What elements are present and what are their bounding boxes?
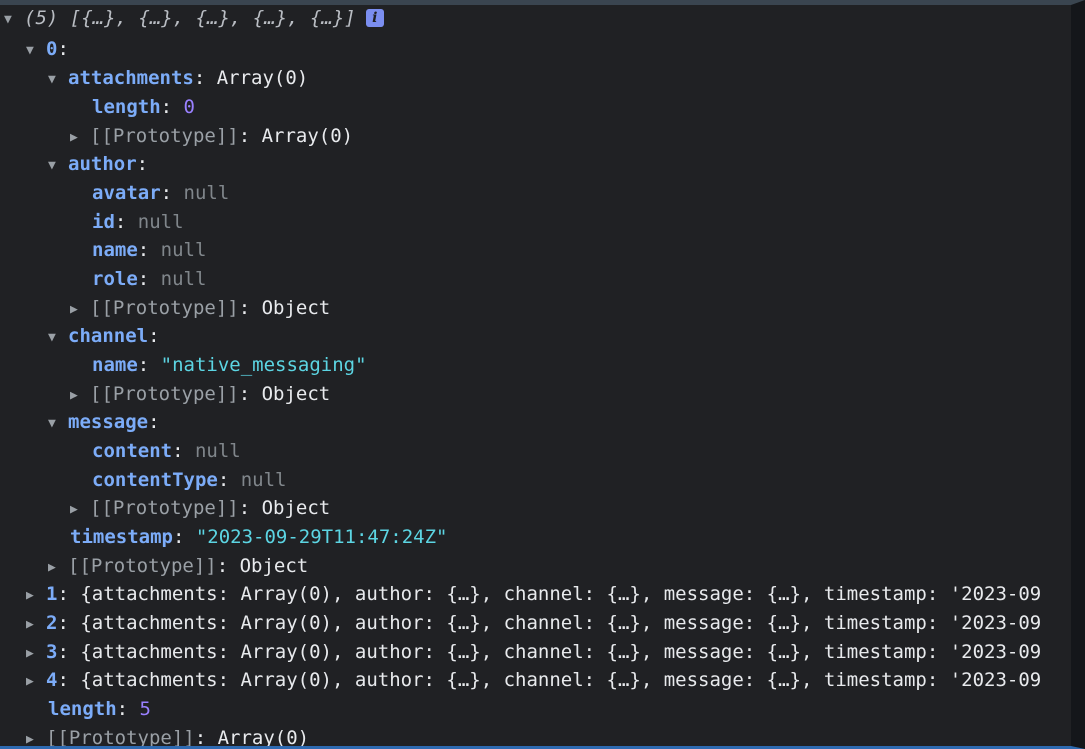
property-key: contentType (92, 469, 218, 491)
expand-triangle-icon[interactable] (48, 412, 68, 436)
collapse-triangle-icon[interactable] (70, 384, 90, 408)
expand-triangle-icon[interactable] (4, 8, 24, 32)
author-name-row: name: null (92, 239, 207, 261)
author-prototype-row[interactable]: [[Prototype]]: Object (70, 296, 330, 320)
item-preview: {attachments: Array(0), author: {…}, cha… (80, 669, 1042, 691)
property-key: timestamp (70, 526, 173, 548)
channel-row[interactable]: channel: (48, 324, 160, 348)
prototype-key: [[Prototype]] (90, 383, 239, 405)
property-key: name (92, 354, 138, 376)
collapse-triangle-icon[interactable] (26, 670, 46, 694)
property-value: 5 (139, 698, 151, 720)
property-key: length (48, 698, 117, 720)
prototype-key: [[Prototype]] (68, 555, 217, 577)
collapse-triangle-icon[interactable] (26, 642, 46, 666)
message-content-row: content: null (92, 440, 241, 462)
prototype-key: [[Prototype]] (90, 497, 239, 519)
prototype-value: Object (261, 497, 331, 519)
expand-triangle-icon[interactable] (48, 68, 68, 92)
property-key: message (68, 411, 149, 433)
item-preview: {attachments: Array(0), author: {…}, cha… (80, 641, 1042, 663)
collapse-triangle-icon[interactable] (70, 126, 90, 150)
property-value: 0 (183, 96, 195, 118)
timestamp-row: timestamp: "2023-09-29T11:47:24Z" (70, 526, 448, 548)
item-0-row[interactable]: 0: (26, 37, 69, 61)
property-value: "native_messaging" (160, 354, 367, 376)
item-row[interactable]: 4: {attachments: Array(0), author: {…}, … (26, 668, 1041, 692)
collapse-triangle-icon[interactable] (26, 584, 46, 608)
property-key: channel (68, 325, 149, 347)
property-value: null (160, 239, 207, 261)
property-key: content (92, 440, 173, 462)
prototype-value: Array(0) (217, 727, 310, 749)
property-key: attachments (68, 67, 194, 89)
item-index: 1 (46, 583, 58, 605)
collapse-triangle-icon[interactable] (70, 298, 90, 322)
property-key: id (92, 211, 115, 233)
prototype-key: [[Prototype]] (90, 297, 239, 319)
author-row[interactable]: author: (48, 152, 148, 176)
item-preview: {attachments: Array(0), author: {…}, cha… (80, 612, 1042, 634)
property-value: null (183, 182, 230, 204)
array-length-row: length: 5 (48, 698, 151, 720)
prototype-value: Object (261, 383, 331, 405)
property-key: avatar (92, 182, 161, 204)
collapse-triangle-icon[interactable] (70, 498, 90, 522)
property-key: name (92, 239, 138, 261)
collapse-triangle-icon[interactable] (26, 728, 46, 746)
author-id-row: id: null (92, 211, 184, 233)
item-preview: {attachments: Array(0), author: {…}, cha… (80, 583, 1042, 605)
item-index: 3 (46, 641, 58, 663)
item-index: 2 (46, 612, 58, 634)
author-role-row: role: null (92, 268, 207, 290)
attachments-row[interactable]: attachments: Array(0) (48, 66, 308, 90)
item-row[interactable]: 1: {attachments: Array(0), author: {…}, … (26, 582, 1041, 606)
item-index: 0 (46, 38, 58, 60)
item-index: 4 (46, 669, 58, 691)
info-icon[interactable]: i (365, 9, 384, 27)
attachments-prototype-row[interactable]: [[Prototype]]: Array(0) (70, 124, 353, 148)
expand-triangle-icon[interactable] (48, 326, 68, 350)
item-row[interactable]: 2: {attachments: Array(0), author: {…}, … (26, 611, 1041, 635)
collapse-triangle-icon[interactable] (48, 556, 68, 580)
prototype-value: Object (261, 297, 331, 319)
channel-prototype-row[interactable]: [[Prototype]]: Object (70, 382, 330, 406)
collapse-triangle-icon[interactable] (26, 613, 46, 637)
message-row[interactable]: message: (48, 410, 160, 434)
array-prototype-row[interactable]: [[Prototype]]: Array(0) (26, 726, 310, 749)
channel-name-row: name: "native_messaging" (92, 354, 367, 376)
prototype-value: Array(0) (261, 125, 354, 147)
devtools-console: (5) [{…}, {…}, {…}, {…}, {…}] i 0: attach… (0, 0, 1085, 749)
property-key: author (68, 153, 137, 175)
array-summary: (5) [{…}, {…}, {…}, {…}, {…}] (24, 7, 356, 29)
message-prototype-row[interactable]: [[Prototype]]: Object (70, 496, 330, 520)
expand-triangle-icon[interactable] (48, 154, 68, 178)
attachments-length-row: length: 0 (92, 96, 195, 118)
message-contenttype-row: contentType: null (92, 469, 287, 491)
item-0-prototype-row[interactable]: [[Prototype]]: Object (48, 554, 308, 578)
property-key: length (92, 96, 161, 118)
property-key: role (92, 268, 138, 290)
prototype-value: Object (239, 555, 309, 577)
author-avatar-row: avatar: null (92, 182, 230, 204)
property-value: Array(0) (216, 67, 309, 89)
array-root-row[interactable]: (5) [{…}, {…}, {…}, {…}, {…}] i (4, 6, 384, 30)
prototype-key: [[Prototype]] (90, 125, 239, 147)
property-value: null (137, 211, 184, 233)
prototype-key: [[Prototype]] (46, 727, 195, 749)
property-value: null (240, 469, 287, 491)
property-value: null (194, 440, 241, 462)
property-value: "2023-09-29T11:47:24Z" (195, 526, 448, 548)
property-value: null (160, 268, 207, 290)
expand-triangle-icon[interactable] (26, 39, 46, 63)
item-row[interactable]: 3: {attachments: Array(0), author: {…}, … (26, 640, 1041, 664)
